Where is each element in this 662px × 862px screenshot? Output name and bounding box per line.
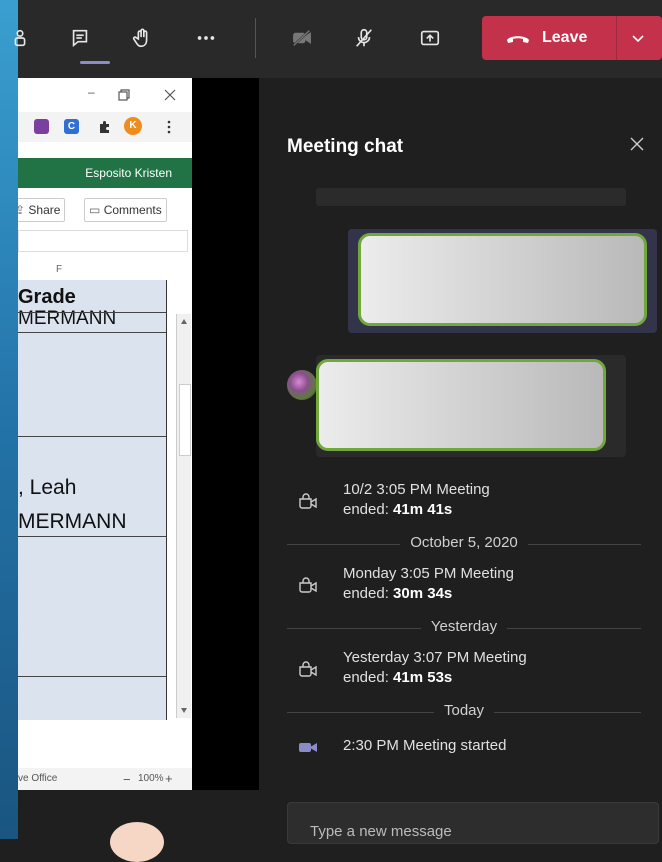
message-placeholder bbox=[316, 188, 626, 206]
meeting-ended-icon bbox=[299, 661, 317, 677]
meeting-event: 10/2 3:05 PM Meeting ended: 41m 41s bbox=[343, 480, 490, 520]
more-options-icon[interactable] bbox=[192, 24, 220, 52]
event-time: Yesterday 3:07 PM Meeting bbox=[343, 649, 527, 666]
leave-divider bbox=[616, 16, 617, 60]
meeting-toolbar: Leave bbox=[14, 0, 662, 78]
event-time: 2:30 PM Meeting started bbox=[343, 737, 507, 754]
message-bubble bbox=[316, 359, 606, 451]
event-time: Monday 3:05 PM Meeting bbox=[343, 565, 514, 582]
scroll-down-icon[interactable] bbox=[180, 706, 188, 714]
chat-title: Meeting chat bbox=[287, 136, 404, 157]
event-time: 10/2 3:05 PM Meeting bbox=[343, 481, 490, 498]
zoom-in-button[interactable]: + bbox=[165, 771, 173, 786]
meeting-event: Yesterday 3:07 PM Meeting ended: 41m 53s bbox=[343, 648, 527, 688]
more-vertical-icon[interactable] bbox=[166, 120, 172, 134]
event-duration: 30m 34s bbox=[393, 585, 453, 602]
browser-extensions-bar: C K bbox=[18, 112, 192, 142]
row-border bbox=[18, 536, 166, 537]
separator-label: Today bbox=[433, 702, 495, 719]
leave-button[interactable]: Leave bbox=[482, 16, 662, 60]
camera-off-icon[interactable] bbox=[288, 24, 316, 52]
cell-lastname-2: MERMANN bbox=[18, 510, 127, 533]
extension-c-icon[interactable]: C bbox=[64, 119, 79, 134]
meeting-started-icon bbox=[299, 743, 317, 752]
excel-ribbon: Esposito Kristen bbox=[18, 158, 192, 188]
formula-bar[interactable] bbox=[18, 230, 188, 252]
date-separator: Yesterday bbox=[287, 618, 641, 638]
row-border bbox=[18, 436, 166, 437]
minimize-button[interactable]: – bbox=[88, 85, 95, 99]
meeting-event: 2:30 PM Meeting started bbox=[343, 736, 506, 756]
zoom-out-button[interactable]: − bbox=[123, 772, 131, 787]
puzzle-extension-icon[interactable] bbox=[98, 120, 112, 134]
people-icon[interactable] bbox=[6, 24, 34, 52]
zoom-level: 100% bbox=[138, 773, 164, 784]
date-separator: October 5, 2020 bbox=[287, 534, 641, 554]
close-icon[interactable] bbox=[629, 136, 645, 152]
share-button[interactable]: ⇪ Share bbox=[18, 198, 66, 222]
event-ended-prefix: ended: bbox=[343, 585, 394, 602]
scroll-up-icon[interactable] bbox=[180, 318, 188, 326]
desktop-background bbox=[0, 0, 18, 839]
chevron-down-icon[interactable] bbox=[630, 30, 646, 46]
browser-titlebar: – bbox=[18, 78, 192, 113]
toolbar-divider bbox=[255, 18, 256, 58]
meeting-chat-panel: Meeting chat 10/2 3:05 PM Meeting ended:… bbox=[259, 78, 662, 844]
profile-avatar[interactable]: K bbox=[124, 117, 142, 135]
incoming-message[interactable] bbox=[316, 355, 626, 457]
sender-avatar[interactable] bbox=[287, 370, 317, 400]
event-duration: 41m 41s bbox=[393, 501, 453, 518]
column-letter: F bbox=[56, 264, 63, 275]
shared-screen: – C K Esposito Kristen ⇪ Share ▭ Comment… bbox=[18, 78, 192, 790]
share-label: Share bbox=[28, 203, 61, 217]
status-text: ve Office bbox=[18, 773, 58, 784]
row-border bbox=[18, 332, 166, 333]
outgoing-message[interactable] bbox=[348, 229, 657, 333]
active-tab-indicator bbox=[80, 61, 110, 64]
share-screen-icon[interactable] bbox=[416, 24, 444, 52]
separator-label: Yesterday bbox=[420, 618, 508, 635]
chat-icon[interactable] bbox=[66, 24, 94, 52]
leave-label: Leave bbox=[542, 29, 588, 46]
column-border bbox=[166, 280, 167, 720]
column-header: F bbox=[18, 258, 192, 280]
separator-label: October 5, 2020 bbox=[400, 534, 528, 551]
excel-user-name[interactable]: Esposito Kristen bbox=[85, 166, 172, 180]
comments-label: Comments bbox=[103, 203, 162, 217]
scroll-thumb[interactable] bbox=[179, 384, 191, 456]
date-separator: Today bbox=[287, 702, 641, 722]
spreadsheet-grid[interactable]: Grade MERMANN , Leah MERMANN bbox=[18, 280, 166, 720]
cell-firstname-2: , Leah bbox=[18, 476, 77, 499]
message-compose-box[interactable]: Type a new message bbox=[287, 802, 659, 844]
comments-button[interactable]: ▭ Comments bbox=[84, 198, 167, 222]
excel-status-bar: ve Office − 100% + bbox=[18, 768, 192, 790]
cell-grade: Grade bbox=[18, 286, 76, 308]
comment-icon: ▭ bbox=[89, 203, 101, 217]
vertical-scrollbar[interactable] bbox=[176, 314, 191, 718]
excel-action-row: ⇪ Share ▭ Comments bbox=[18, 198, 192, 224]
row-border bbox=[18, 676, 166, 677]
hang-up-icon bbox=[507, 36, 529, 43]
close-icon[interactable] bbox=[164, 89, 176, 101]
mic-off-icon[interactable] bbox=[350, 24, 378, 52]
raise-hand-icon[interactable] bbox=[128, 24, 156, 52]
message-bubble bbox=[358, 233, 647, 326]
share-icon: ⇪ bbox=[18, 203, 26, 217]
event-ended-prefix: ended: bbox=[343, 669, 394, 686]
meeting-event: Monday 3:05 PM Meeting ended: 30m 34s bbox=[343, 564, 514, 604]
restore-icon[interactable] bbox=[118, 89, 130, 101]
row-border bbox=[18, 312, 166, 313]
compose-placeholder: Type a new message bbox=[310, 823, 452, 840]
event-duration: 41m 53s bbox=[393, 669, 453, 686]
meeting-ended-icon bbox=[299, 577, 317, 593]
extension-onenote-icon[interactable] bbox=[34, 119, 49, 134]
meeting-ended-icon bbox=[299, 493, 317, 509]
video-letterbox bbox=[192, 78, 259, 790]
participant-avatar[interactable] bbox=[110, 822, 164, 862]
event-ended-prefix: ended: bbox=[343, 501, 394, 518]
